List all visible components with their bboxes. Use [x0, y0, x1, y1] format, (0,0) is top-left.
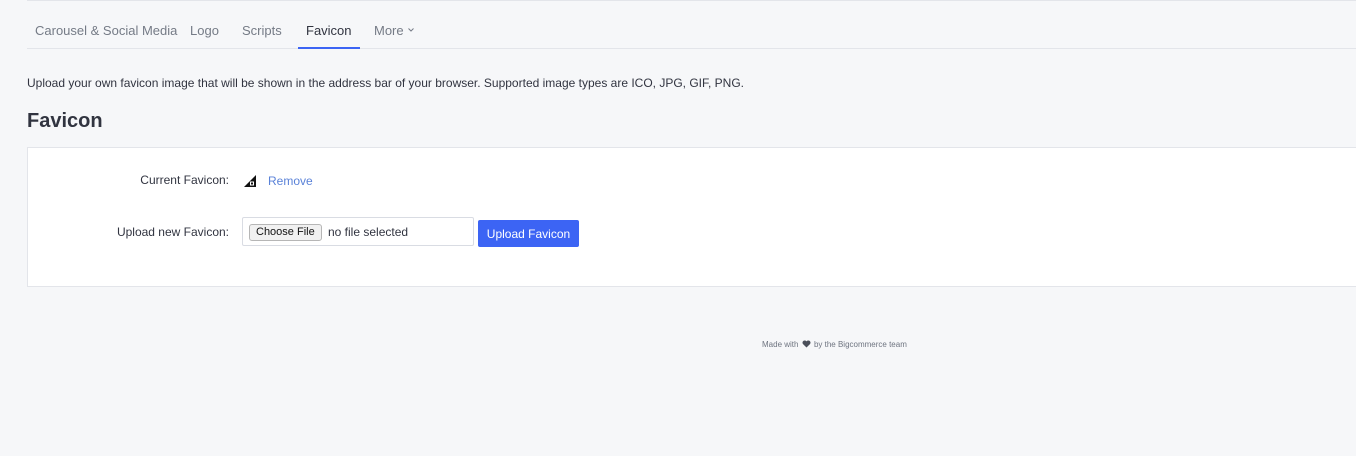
top-divider — [27, 0, 1356, 1]
tab-more[interactable]: More — [374, 12, 415, 48]
upload-favicon-button[interactable]: Upload Favicon — [478, 220, 579, 247]
file-status-text: no file selected — [328, 225, 409, 239]
tab-carousel-social-media[interactable]: Carousel & Social Media — [35, 12, 177, 48]
heart-icon — [802, 340, 811, 348]
favicon-panel: Current Favicon: Remove Upload new Favic… — [27, 147, 1356, 287]
bigcommerce-favicon-icon — [244, 175, 256, 187]
footer: Made with by the Bigcommerce team — [762, 340, 907, 349]
remove-favicon-link[interactable]: Remove — [268, 174, 313, 188]
tab-logo[interactable]: Logo — [190, 12, 219, 48]
file-input[interactable]: Choose File no file selected — [242, 217, 474, 246]
chevron-down-icon — [407, 27, 414, 32]
tab-scripts[interactable]: Scripts — [242, 12, 282, 48]
section-title: Favicon — [27, 110, 103, 132]
current-favicon-label: Current Favicon: — [140, 173, 229, 187]
upload-favicon-label: Upload new Favicon: — [116, 225, 229, 239]
tab-favicon[interactable]: Favicon — [298, 12, 360, 49]
choose-file-button[interactable]: Choose File — [249, 224, 322, 241]
tab-more-label: More — [374, 23, 404, 38]
footer-suffix: by the Bigcommerce team — [813, 340, 907, 349]
settings-tabs: Carousel & Social Media Logo Scripts Fav… — [27, 12, 1356, 49]
favicon-description: Upload your own favicon image that will … — [27, 76, 745, 90]
footer-prefix: Made with — [762, 340, 799, 349]
